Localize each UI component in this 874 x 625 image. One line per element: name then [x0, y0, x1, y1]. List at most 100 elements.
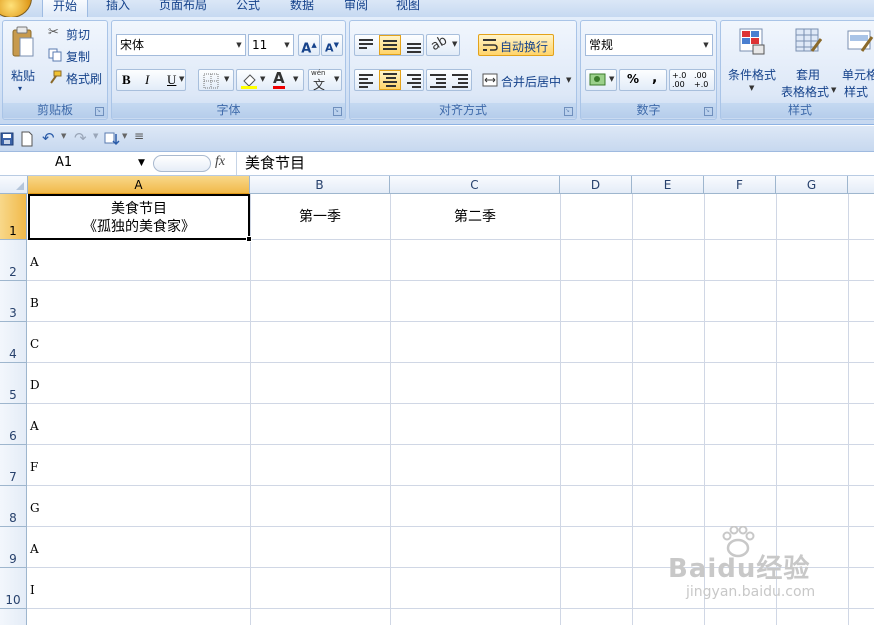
copy-button[interactable]: 复制: [45, 45, 105, 64]
chevron-down-icon[interactable]: ▼: [179, 75, 184, 83]
font-size-combo[interactable]: 11 ▼: [248, 34, 294, 56]
cell-a3[interactable]: B: [30, 296, 39, 310]
number-launcher-icon[interactable]: ↘: [704, 107, 713, 116]
chevron-down-icon[interactable]: ▼: [61, 132, 66, 140]
cell-a5[interactable]: D: [30, 378, 40, 392]
chevron-down-icon[interactable]: ▼: [609, 75, 614, 83]
column-header-f[interactable]: F: [704, 176, 776, 194]
grow-font-button[interactable]: A▲: [298, 34, 320, 56]
cell-a2[interactable]: A: [30, 255, 39, 269]
increase-indent-icon[interactable]: [452, 72, 468, 90]
cell-a4[interactable]: C: [30, 337, 39, 351]
row-header-9[interactable]: 9: [0, 527, 27, 568]
format-painter-button[interactable]: 格式刷: [45, 67, 107, 86]
chevron-down-icon[interactable]: ▼: [700, 35, 712, 55]
formula-bar-splitter[interactable]: [153, 155, 211, 172]
underline-button[interactable]: U: [167, 72, 176, 88]
cell-a9[interactable]: A: [30, 542, 39, 556]
tab-data[interactable]: 数据: [280, 0, 324, 17]
chevron-down-icon[interactable]: ▼: [233, 35, 245, 55]
chevron-down-icon[interactable]: ▼: [334, 75, 339, 83]
clipboard-launcher-icon[interactable]: ↘: [95, 107, 104, 116]
insert-function-icon[interactable]: fx: [215, 154, 225, 170]
comma-button[interactable]: ,: [652, 70, 657, 86]
borders-button[interactable]: ▼: [198, 69, 234, 91]
row-header-10[interactable]: 10: [0, 568, 27, 609]
row-header-7[interactable]: 7: [0, 445, 27, 486]
accounting-format-button[interactable]: ▼: [585, 69, 617, 91]
undo-icon[interactable]: ↶: [42, 129, 55, 147]
phonetic-button[interactable]: wén 文 ▼: [308, 69, 342, 92]
paste-button[interactable]: 粘贴 ▾: [5, 23, 39, 101]
cell-a10[interactable]: I: [30, 583, 35, 597]
align-center-icon[interactable]: [379, 70, 401, 90]
chevron-down-icon[interactable]: ▼: [224, 75, 229, 83]
chevron-down-icon[interactable]: ▼: [122, 132, 127, 140]
tab-page-layout[interactable]: 页面布局: [148, 0, 218, 17]
conditional-formatting-button[interactable]: 条件格式 ▼: [723, 23, 779, 99]
name-box[interactable]: A1 ▼: [0, 153, 152, 174]
tab-view[interactable]: 视图: [386, 0, 430, 17]
column-header-h[interactable]: [848, 176, 874, 194]
formula-input[interactable]: 美食节目: [236, 152, 874, 175]
cell-c1[interactable]: 第二季: [390, 194, 560, 240]
wrap-text-button[interactable]: 自动换行: [478, 34, 554, 56]
chevron-down-icon[interactable]: ▼: [281, 35, 293, 55]
row-header-8[interactable]: 8: [0, 486, 27, 527]
align-bottom-icon[interactable]: [407, 41, 421, 55]
percent-button[interactable]: %: [627, 72, 639, 86]
row-header-11[interactable]: [0, 609, 27, 625]
tab-insert[interactable]: 插入: [96, 0, 140, 17]
number-format-combo[interactable]: 常规 ▼: [585, 34, 713, 56]
cell-styles-button[interactable]: 单元格 样式: [837, 23, 874, 99]
chevron-down-icon[interactable]: ▼: [452, 40, 457, 48]
font-color-icon[interactable]: A: [273, 70, 285, 89]
italic-button[interactable]: I: [145, 72, 149, 88]
increase-decimal-button[interactable]: +.0 .00: [672, 71, 692, 89]
row-header-5[interactable]: 5: [0, 363, 27, 404]
row-header-1[interactable]: 1: [0, 194, 27, 240]
bold-button[interactable]: B: [122, 72, 131, 88]
row-header-3[interactable]: 3: [0, 281, 27, 322]
office-button[interactable]: [0, 0, 32, 18]
column-header-e[interactable]: E: [632, 176, 704, 194]
tab-review[interactable]: 审阅: [334, 0, 378, 17]
tab-formulas[interactable]: 公式: [226, 0, 270, 17]
column-header-b[interactable]: B: [250, 176, 390, 194]
chevron-down-icon[interactable]: ▼: [138, 153, 145, 173]
row-header-4[interactable]: 4: [0, 322, 27, 363]
align-middle-icon[interactable]: [379, 35, 401, 55]
cell-b1[interactable]: 第一季: [250, 194, 390, 240]
redo-icon[interactable]: ↷: [74, 129, 87, 147]
cut-button[interactable]: ✂ 剪切: [45, 23, 105, 42]
alignment-launcher-icon[interactable]: ↘: [564, 107, 573, 116]
sort-icon[interactable]: [104, 131, 122, 147]
column-header-g[interactable]: G: [776, 176, 848, 194]
select-all-button[interactable]: [0, 176, 28, 194]
align-right-icon[interactable]: [407, 72, 421, 90]
shrink-font-button[interactable]: A▼: [321, 34, 343, 56]
row-header-6[interactable]: 6: [0, 404, 27, 445]
chevron-down-icon[interactable]: ▼: [293, 75, 298, 83]
align-top-icon[interactable]: [359, 37, 373, 51]
chevron-down-icon[interactable]: ▼: [260, 75, 265, 83]
decrease-indent-icon[interactable]: [430, 72, 446, 90]
customize-toolbar-icon[interactable]: ≡: [134, 129, 144, 143]
cell-a6[interactable]: A: [30, 419, 39, 433]
column-header-c[interactable]: C: [390, 176, 560, 194]
row-header-2[interactable]: 2: [0, 240, 27, 281]
font-name-combo[interactable]: 宋体 ▼: [116, 34, 246, 56]
cell-a8[interactable]: G: [30, 501, 40, 515]
chevron-down-icon[interactable]: ▼: [566, 76, 571, 84]
tab-home[interactable]: 开始: [42, 0, 88, 17]
cell-a1[interactable]: 美食节目 《孤独的美食家》: [28, 194, 252, 242]
chevron-down-icon[interactable]: ▼: [93, 132, 98, 140]
cell-a7[interactable]: F: [30, 460, 38, 474]
orientation-button[interactable]: ab ▼: [426, 33, 460, 56]
save-icon[interactable]: [0, 132, 14, 146]
font-launcher-icon[interactable]: ↘: [333, 107, 342, 116]
fill-color-icon[interactable]: [240, 72, 258, 90]
column-header-a[interactable]: A: [28, 176, 250, 194]
column-header-d[interactable]: D: [560, 176, 632, 194]
align-left-icon[interactable]: [359, 72, 373, 90]
